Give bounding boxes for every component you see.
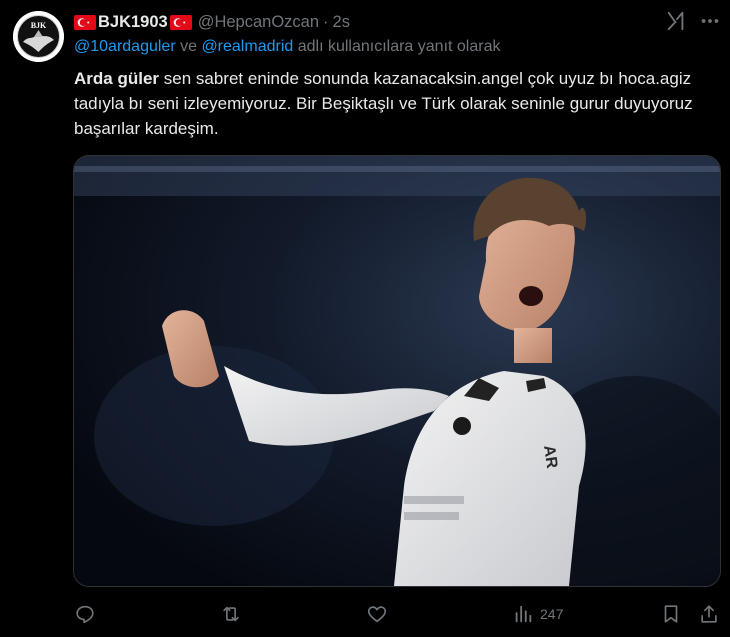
tweet-text-bold: Arda güler [74, 69, 160, 88]
tweet-media[interactable]: AR [73, 155, 721, 587]
bjk-logo: BJK [13, 11, 64, 62]
replying-to: @10ardaguler ve @realmadrid adlı kullanı… [74, 38, 710, 56]
views-icon [515, 605, 532, 623]
tweet-photo: AR [74, 156, 720, 586]
display-name[interactable]: BJK1903 [98, 13, 168, 32]
mention-link[interactable]: @10ardaguler [74, 38, 176, 55]
grok-icon[interactable] [665, 10, 687, 32]
turkey-flag-icon [169, 14, 192, 30]
turkey-flag-icon [74, 14, 96, 30]
more-icon[interactable] [699, 10, 721, 32]
tweet: BJK BJK1903 @HepcanOzcan · 2s @10ardagul… [0, 0, 730, 637]
share-icon [701, 605, 717, 623]
reply-button[interactable] [74, 600, 96, 628]
bookmark-icon [664, 605, 678, 623]
tweet-header: BJK1903 @HepcanOzcan · 2s [74, 11, 670, 33]
reply-icon [76, 605, 94, 624]
avatar[interactable]: BJK [13, 11, 64, 62]
mention-link[interactable]: @realmadrid [201, 38, 293, 55]
tweet-text: Arda güler sen sabret eninde sonunda kaz… [74, 66, 714, 141]
reply-suffix: adlı kullanıcılara yanıt olarak [293, 38, 501, 55]
avatar-logo-text: BJK [31, 21, 47, 30]
user-handle[interactable]: @HepcanOzcan [198, 13, 319, 32]
timestamp[interactable]: 2s [333, 13, 350, 32]
views-button[interactable]: 247 [512, 600, 563, 628]
like-icon [367, 606, 387, 623]
views-count: 247 [540, 606, 564, 622]
shirt-lettering: AR [540, 444, 560, 470]
reply-joiner: ve [175, 38, 202, 55]
retweet-button[interactable] [220, 600, 242, 628]
action-bar: 247 [74, 600, 720, 628]
share-button[interactable] [698, 600, 720, 628]
tweet-text-rest: sen sabret eninde sonunda kazanacaksin.a… [74, 69, 693, 138]
retweet-icon [223, 606, 239, 622]
bookmark-button[interactable] [660, 600, 682, 628]
like-button[interactable] [366, 600, 388, 628]
separator-dot: · [323, 12, 329, 31]
